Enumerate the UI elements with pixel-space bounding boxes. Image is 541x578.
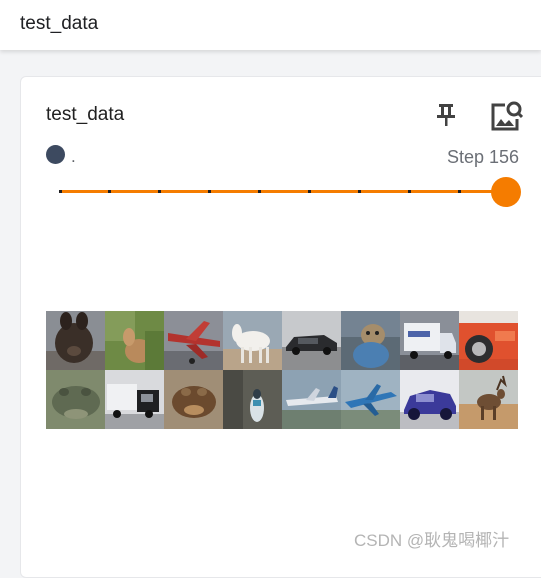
- page-title: test_data: [20, 13, 99, 34]
- pin-icon[interactable]: [435, 102, 457, 128]
- image-card: test_data . Step 156: [20, 76, 541, 578]
- run-label: .: [71, 147, 76, 166]
- slider-tick: [458, 190, 461, 193]
- slider-tick: [308, 190, 311, 193]
- image-thumbnail-airplane: [164, 311, 223, 370]
- image-thumbnail-automobile: [459, 311, 518, 370]
- image-grid: [46, 311, 518, 429]
- image-thumbnail-horse: [223, 311, 282, 370]
- step-label: Step 156: [446, 147, 519, 167]
- slider-tick: [408, 190, 411, 193]
- image-thumbnail-truck: [105, 370, 164, 429]
- slider-tick: [358, 190, 361, 193]
- slider-thumb[interactable]: [491, 177, 521, 207]
- image-thumbnail-dog: [46, 311, 105, 370]
- image-thumbnail-deer: [459, 370, 518, 429]
- top-bar: test_data: [0, 0, 541, 50]
- run-color-dot: [46, 145, 65, 164]
- watermark: CSDN @耿鬼喝椰汁: [354, 531, 510, 550]
- image-search-icon[interactable]: [489, 99, 523, 133]
- image-thumbnail-cat: [341, 311, 400, 370]
- slider-tick: [258, 190, 261, 193]
- image-thumbnail-deer: [105, 311, 164, 370]
- image-thumbnail-truck: [400, 311, 459, 370]
- image-thumbnail-frog: [46, 370, 105, 429]
- image-thumbnail-automobile: [400, 370, 459, 429]
- card-title: test_data: [46, 104, 125, 125]
- slider-tick: [208, 190, 211, 193]
- image-thumbnail-bird: [223, 370, 282, 429]
- step-slider[interactable]: [59, 177, 521, 207]
- image-thumbnail-airplane: [282, 370, 341, 429]
- slider-tick: [59, 190, 62, 193]
- slider-tick: [158, 190, 161, 193]
- slider-track[interactable]: [59, 190, 509, 193]
- image-thumbnail-airplane: [341, 370, 400, 429]
- slider-tick: [108, 190, 111, 193]
- image-thumbnail-frog: [164, 370, 223, 429]
- image-thumbnail-automobile: [282, 311, 341, 370]
